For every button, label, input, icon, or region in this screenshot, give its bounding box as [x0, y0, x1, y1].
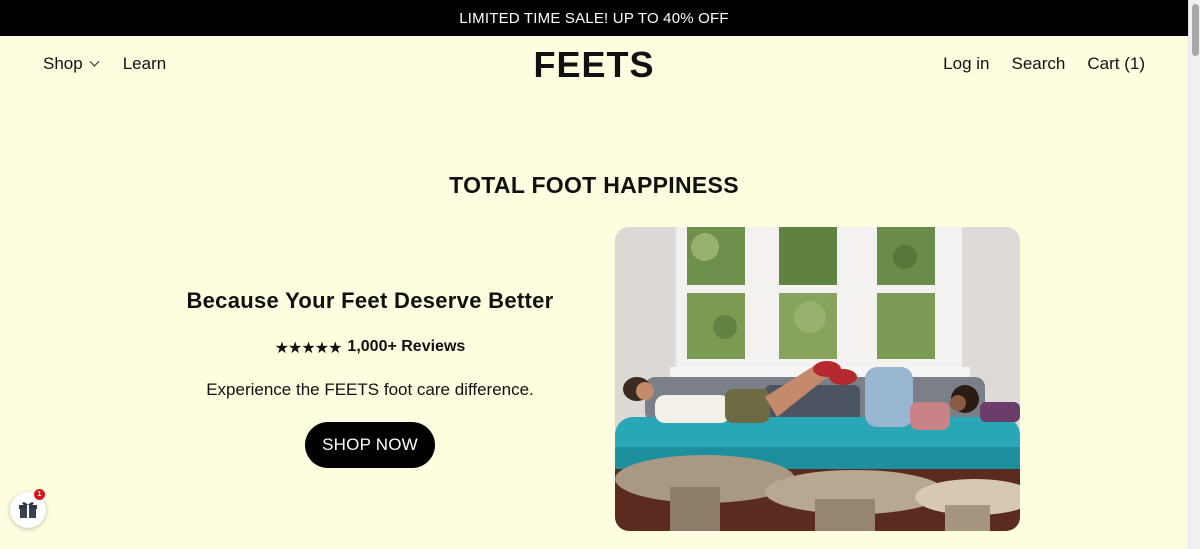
nav-learn-label: Learn: [122, 54, 167, 73]
nav-learn-link[interactable]: Learn: [123, 54, 166, 74]
gift-rewards-button[interactable]: 1: [10, 489, 46, 528]
reviews-count: 1,000+ Reviews: [347, 338, 466, 355]
hero-image: [615, 227, 1020, 531]
scrollbar-thumb[interactable]: [1192, 4, 1199, 56]
hero-heading: Because Your Feet Deserve Better: [186, 288, 554, 313]
nav-right: Log in Search Cart (1): [943, 54, 1145, 74]
section-title: TOTAL FOOT HAPPINESS: [449, 172, 739, 198]
page-scrollbar[interactable]: [1188, 0, 1200, 549]
shop-now-button[interactable]: SHOP NOW: [305, 422, 435, 468]
star-rating-icon: ★★★★★: [274, 340, 343, 357]
nav-shop-label: Shop: [43, 54, 83, 73]
hero-subtext: Experience the FEETS foot care differenc…: [206, 380, 534, 399]
chevron-down-icon: [89, 56, 100, 67]
nav-shop-dropdown[interactable]: Shop: [43, 54, 100, 74]
site-header: Shop Learn FEETS Log in Search Cart (1): [0, 36, 1188, 96]
announcement-text: LIMITED TIME SALE! UP TO 40% OFF: [459, 9, 729, 27]
nav-left: Shop Learn: [43, 54, 166, 74]
cart-link[interactable]: Cart (1): [1087, 54, 1145, 74]
reviews-rating: ★★★★★ 1,000+ Reviews: [130, 338, 610, 358]
notification-badge: 1: [34, 489, 45, 500]
search-link[interactable]: Search: [1012, 54, 1066, 74]
hero-text-block: Because Your Feet Deserve Better ★★★★★ 1…: [130, 288, 610, 468]
hero-photo-illustration: [615, 227, 1020, 531]
gift-icon: [19, 502, 37, 518]
login-link[interactable]: Log in: [943, 54, 989, 74]
announcement-bar: LIMITED TIME SALE! UP TO 40% OFF: [0, 0, 1188, 36]
